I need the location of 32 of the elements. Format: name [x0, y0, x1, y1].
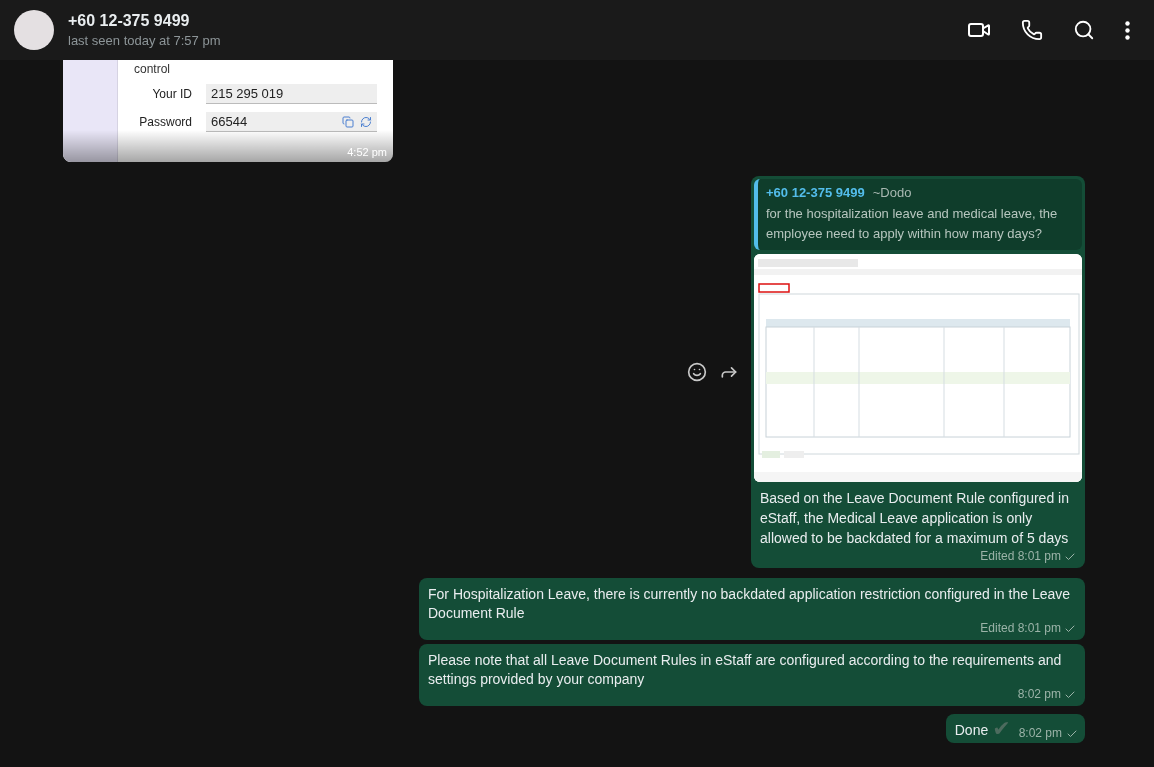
- phone-icon: [1021, 19, 1043, 41]
- contact-name: +60 12-375 9499: [68, 12, 191, 30]
- check-emoji: ✔: [992, 718, 1011, 740]
- menu-button[interactable]: [1125, 20, 1130, 40]
- avatar[interactable]: [14, 10, 54, 50]
- field-label: Your ID: [151, 87, 192, 101]
- refresh-icon: [360, 115, 372, 128]
- message-text: Done: [954, 721, 989, 740]
- quoted-message[interactable]: +60 12-375 9499 ~Dodo for the hospitalization leave and medical leave, the employee need to apply within how many days?: [754, 179, 1082, 250]
- voice-call-button[interactable]: [1021, 19, 1043, 41]
- copy-icon: [342, 115, 354, 128]
- message-time: 8:02 pm: [1017, 688, 1061, 701]
- search-icon: [1073, 19, 1095, 41]
- quote-author-name: ~Dodo: [872, 185, 912, 200]
- message-time: Edited 8:01 pm: [980, 550, 1061, 563]
- last-seen-status: last seen today at 7:57 pm: [68, 33, 222, 48]
- search-button[interactable]: [1073, 19, 1095, 41]
- message-text: For Hospitalization Leave, there is currently no backdated application restriction configured in the Leave Document Rule: [427, 585, 1072, 623]
- emoji-icon[interactable]: [687, 362, 707, 382]
- input-field: 66544: [206, 112, 377, 132]
- message-time: 4:52 pm: [347, 146, 387, 158]
- quote-author: +60 12-375 9499: [766, 185, 865, 200]
- quote-text: for the hospitalization leave and medical leave, the employee need to apply within how many days?: [766, 205, 1059, 243]
- field-label: Password: [138, 115, 192, 129]
- message-time: Edited 8:01 pm: [980, 622, 1061, 635]
- menu-icon: [1125, 20, 1130, 40]
- form-heading: control: [134, 62, 172, 76]
- form-screenshot[interactable]: control Your ID 215 295 019 Password 66544 4:52 pm: [63, 60, 393, 162]
- message-text: Please note that all Leave Document Rules in eStaff are configured according to the requirements and settings provided by your company: [427, 651, 1063, 689]
- message-time: 8:02 pm: [1018, 726, 1062, 740]
- input-field: 215 295 019: [206, 84, 377, 104]
- message-text: Based on the Leave Document Rule configured in eStaff, the Medical Leave application is only allowed to be backdated for a maximum of 5 days: [759, 489, 1070, 548]
